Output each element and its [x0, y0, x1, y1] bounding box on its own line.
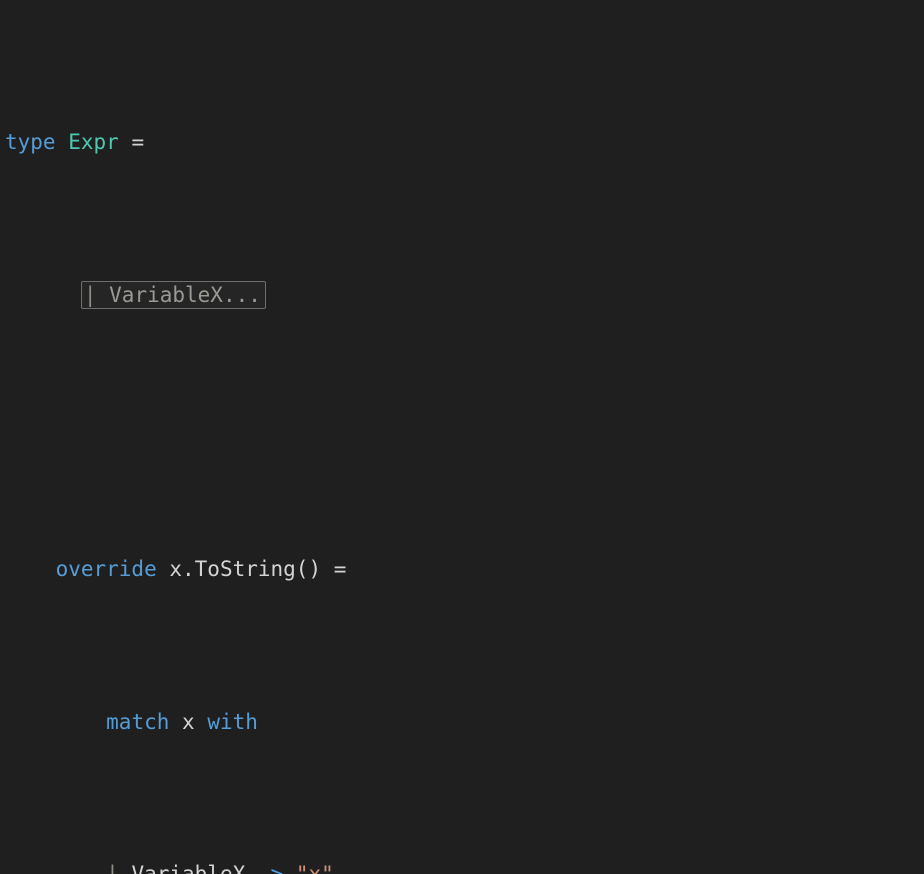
space [119, 862, 132, 874]
collapsed-region-box[interactable]: | VariableX... [81, 281, 266, 309]
space [283, 862, 296, 874]
space [119, 130, 132, 154]
code-line-type-declaration: type Expr = [5, 127, 924, 158]
keyword-with: with [207, 710, 258, 734]
keyword-override: override [56, 557, 157, 581]
case-pattern-name: VariableX [131, 862, 245, 874]
code-line-match-expression: match x with [5, 707, 924, 738]
indent [5, 557, 56, 581]
align-pad [245, 862, 258, 874]
indent [5, 862, 106, 874]
fold-pipe-glyph: | [84, 283, 97, 307]
type-name-expr: Expr [68, 130, 119, 154]
match-subject: x [169, 710, 207, 734]
code-editor[interactable]: type Expr = | VariableX... override x.To… [0, 0, 924, 874]
blank-line [5, 402, 924, 433]
fold-summary-label: VariableX... [97, 283, 261, 307]
indent [5, 710, 106, 734]
code-line-case-variablex: | VariableX -> "x" [5, 859, 924, 874]
simple-case-group: | VariableX -> "x" | VariableY -> "y" | … [5, 859, 924, 874]
code-line-collapsed-fold: | VariableX... [5, 280, 924, 311]
equals-sign: = [131, 130, 144, 154]
method-signature: x.ToString() [157, 557, 334, 581]
case-string-result: "x" [296, 862, 334, 874]
equals-sign: = [334, 557, 347, 581]
space [56, 130, 69, 154]
keyword-type: type [5, 130, 56, 154]
code-text-area[interactable]: type Expr = | VariableX... override x.To… [5, 5, 924, 874]
case-pipe: | [106, 862, 119, 874]
fold-indent [5, 283, 81, 307]
case-arrow: -> [258, 862, 283, 874]
keyword-match: match [106, 710, 169, 734]
code-line-override-tostring: override x.ToString() = [5, 554, 924, 585]
